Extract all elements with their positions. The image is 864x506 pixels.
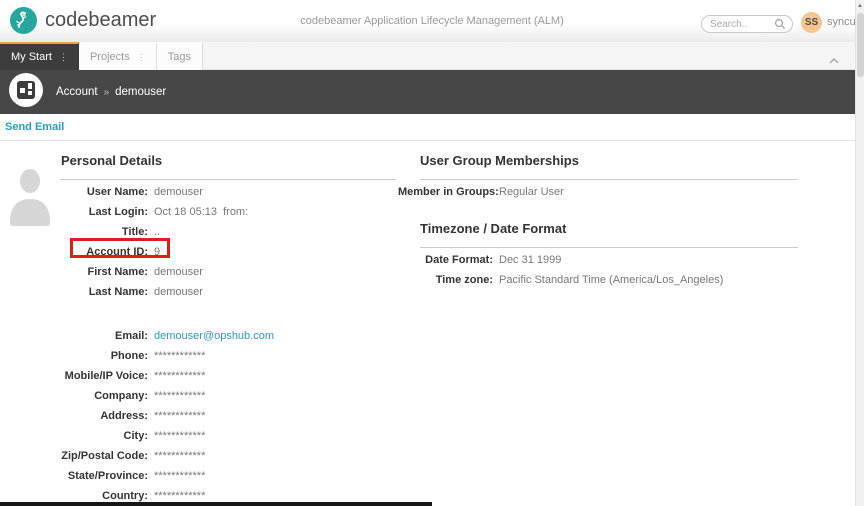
field-value: ************ xyxy=(154,346,205,366)
search-box[interactable] xyxy=(701,15,793,33)
avatar[interactable]: SS xyxy=(801,12,822,33)
field-row: User Name: demouser xyxy=(60,182,396,202)
tab-my-start[interactable]: My Start ⋮ xyxy=(0,42,79,70)
field-row: Zip/Postal Code: ************ xyxy=(60,446,396,466)
search-input[interactable] xyxy=(708,18,774,31)
field-label: Zip/Postal Code: xyxy=(60,446,148,466)
field-value: demouser xyxy=(154,282,203,302)
field-row: Mobile/IP Voice: ************ xyxy=(60,366,396,386)
field-row: Phone: ************ xyxy=(60,346,396,366)
field-label: Address: xyxy=(60,406,148,426)
send-email-link[interactable]: Send Email xyxy=(5,121,64,133)
email-link[interactable]: demouser@opshub.com xyxy=(154,326,274,346)
field-value: Pacific Standard Time (America/Los_Angel… xyxy=(499,270,723,290)
field-row: Date Format: Dec 31 1999 xyxy=(398,250,798,270)
field-value: ************ xyxy=(154,406,205,426)
breadcrumb: Account » demouser xyxy=(56,86,166,98)
collapse-chevron-icon[interactable] xyxy=(828,52,840,70)
field-row: Last Name: demouser xyxy=(60,282,396,302)
account-icon xyxy=(9,73,43,112)
field-row: Email: demouser@opshub.com xyxy=(60,326,396,346)
user-groups-fields: Member in Groups: Regular User xyxy=(398,182,798,202)
tab-menu-dots-icon[interactable]: ⋮ xyxy=(59,52,67,63)
field-label: Date Format: xyxy=(398,250,493,270)
field-row: First Name: demouser xyxy=(60,262,396,282)
field-label: Mobile/IP Voice: xyxy=(60,366,148,386)
field-row: Time zone: Pacific Standard Time (Americ… xyxy=(398,270,798,290)
field-row: Company: ************ xyxy=(60,386,396,406)
field-label: State/Province: xyxy=(60,466,148,486)
right-column: User Group Memberships Member in Groups:… xyxy=(398,150,798,290)
personal-details-fields: User Name: demouser Last Login: Oct 18 0… xyxy=(60,182,396,506)
section-title-personal-details: Personal Details xyxy=(61,153,396,168)
field-row: Last Login: Oct 18 05:13 from: xyxy=(60,202,396,222)
tab-bar: My Start ⋮ Projects ⋮ Tags xyxy=(0,42,855,70)
field-row xyxy=(60,302,396,326)
tab-menu-dots-icon[interactable]: ⋮ xyxy=(137,52,145,63)
field-label: City: xyxy=(60,426,148,446)
field-label: Last Name: xyxy=(60,282,148,302)
scroll-up-arrow-icon[interactable]: ▲ xyxy=(856,0,864,9)
gecko-logo-icon xyxy=(10,7,37,34)
field-value: ************ xyxy=(154,426,205,446)
field-row: State/Province: ************ xyxy=(60,466,396,486)
action-row: Send Email xyxy=(0,114,864,141)
breadcrumb-user-link[interactable]: demouser xyxy=(115,86,166,98)
field-value: ************ xyxy=(154,386,205,406)
field-label: Company: xyxy=(60,386,148,406)
field-value: demouser xyxy=(154,182,203,202)
field-row: Address: ************ xyxy=(60,406,396,426)
tab-projects[interactable]: Projects ⋮ xyxy=(79,42,157,70)
tab-label: My Start xyxy=(11,51,52,63)
field-row: City: ************ xyxy=(60,426,396,446)
section-divider xyxy=(420,247,798,248)
tab-label: Tags xyxy=(168,51,191,63)
section-divider xyxy=(60,179,396,180)
field-value: Oct 18 05:13 from: xyxy=(154,202,248,222)
breadcrumb-account-link[interactable]: Account xyxy=(56,86,98,98)
app-title: codebeamer Application Lifecycle Managem… xyxy=(232,15,632,27)
brand-name: codebeamer xyxy=(45,9,156,32)
section-title-user-groups: User Group Memberships xyxy=(420,153,798,168)
tab-tags[interactable]: Tags xyxy=(157,42,203,70)
breadcrumb-bar: Account » demouser xyxy=(0,70,855,114)
field-label: Email: xyxy=(60,326,148,346)
vertical-scrollbar[interactable]: ▲ xyxy=(855,0,864,506)
field-value: demouser xyxy=(154,262,203,282)
field-label: First Name: xyxy=(60,262,148,282)
field-label: User Name: xyxy=(60,182,148,202)
app-header: codebeamer codebeamer Application Lifecy… xyxy=(0,0,864,42)
field-value: ************ xyxy=(154,466,205,486)
field-row-account-id: Account ID: 9 xyxy=(60,242,396,262)
account-id-highlight-box xyxy=(70,238,170,258)
tab-label: Projects xyxy=(90,51,130,63)
field-value: Dec 31 1999 xyxy=(499,250,561,270)
breadcrumb-separator: » xyxy=(104,87,110,98)
footer-strip xyxy=(0,502,432,506)
field-label: Member in Groups: xyxy=(398,182,493,202)
personal-details-section: Personal Details User Name: demouser Las… xyxy=(60,150,396,506)
search-icon[interactable] xyxy=(774,18,786,30)
field-value: Regular User xyxy=(499,182,564,202)
codebeamer-logo[interactable]: codebeamer xyxy=(10,7,156,34)
user-photo-placeholder-icon xyxy=(8,166,52,231)
section-divider xyxy=(420,179,798,180)
field-value: ************ xyxy=(154,366,205,386)
scrollbar-thumb[interactable] xyxy=(857,13,864,77)
field-label: Time zone: xyxy=(398,270,493,290)
field-label: Phone: xyxy=(60,346,148,366)
field-row: Member in Groups: Regular User xyxy=(398,182,798,202)
section-title-timezone: Timezone / Date Format xyxy=(420,221,798,236)
field-value: ************ xyxy=(154,446,205,466)
field-label: Last Login: xyxy=(60,202,148,222)
timezone-fields: Date Format: Dec 31 1999 Time zone: Paci… xyxy=(398,250,798,290)
